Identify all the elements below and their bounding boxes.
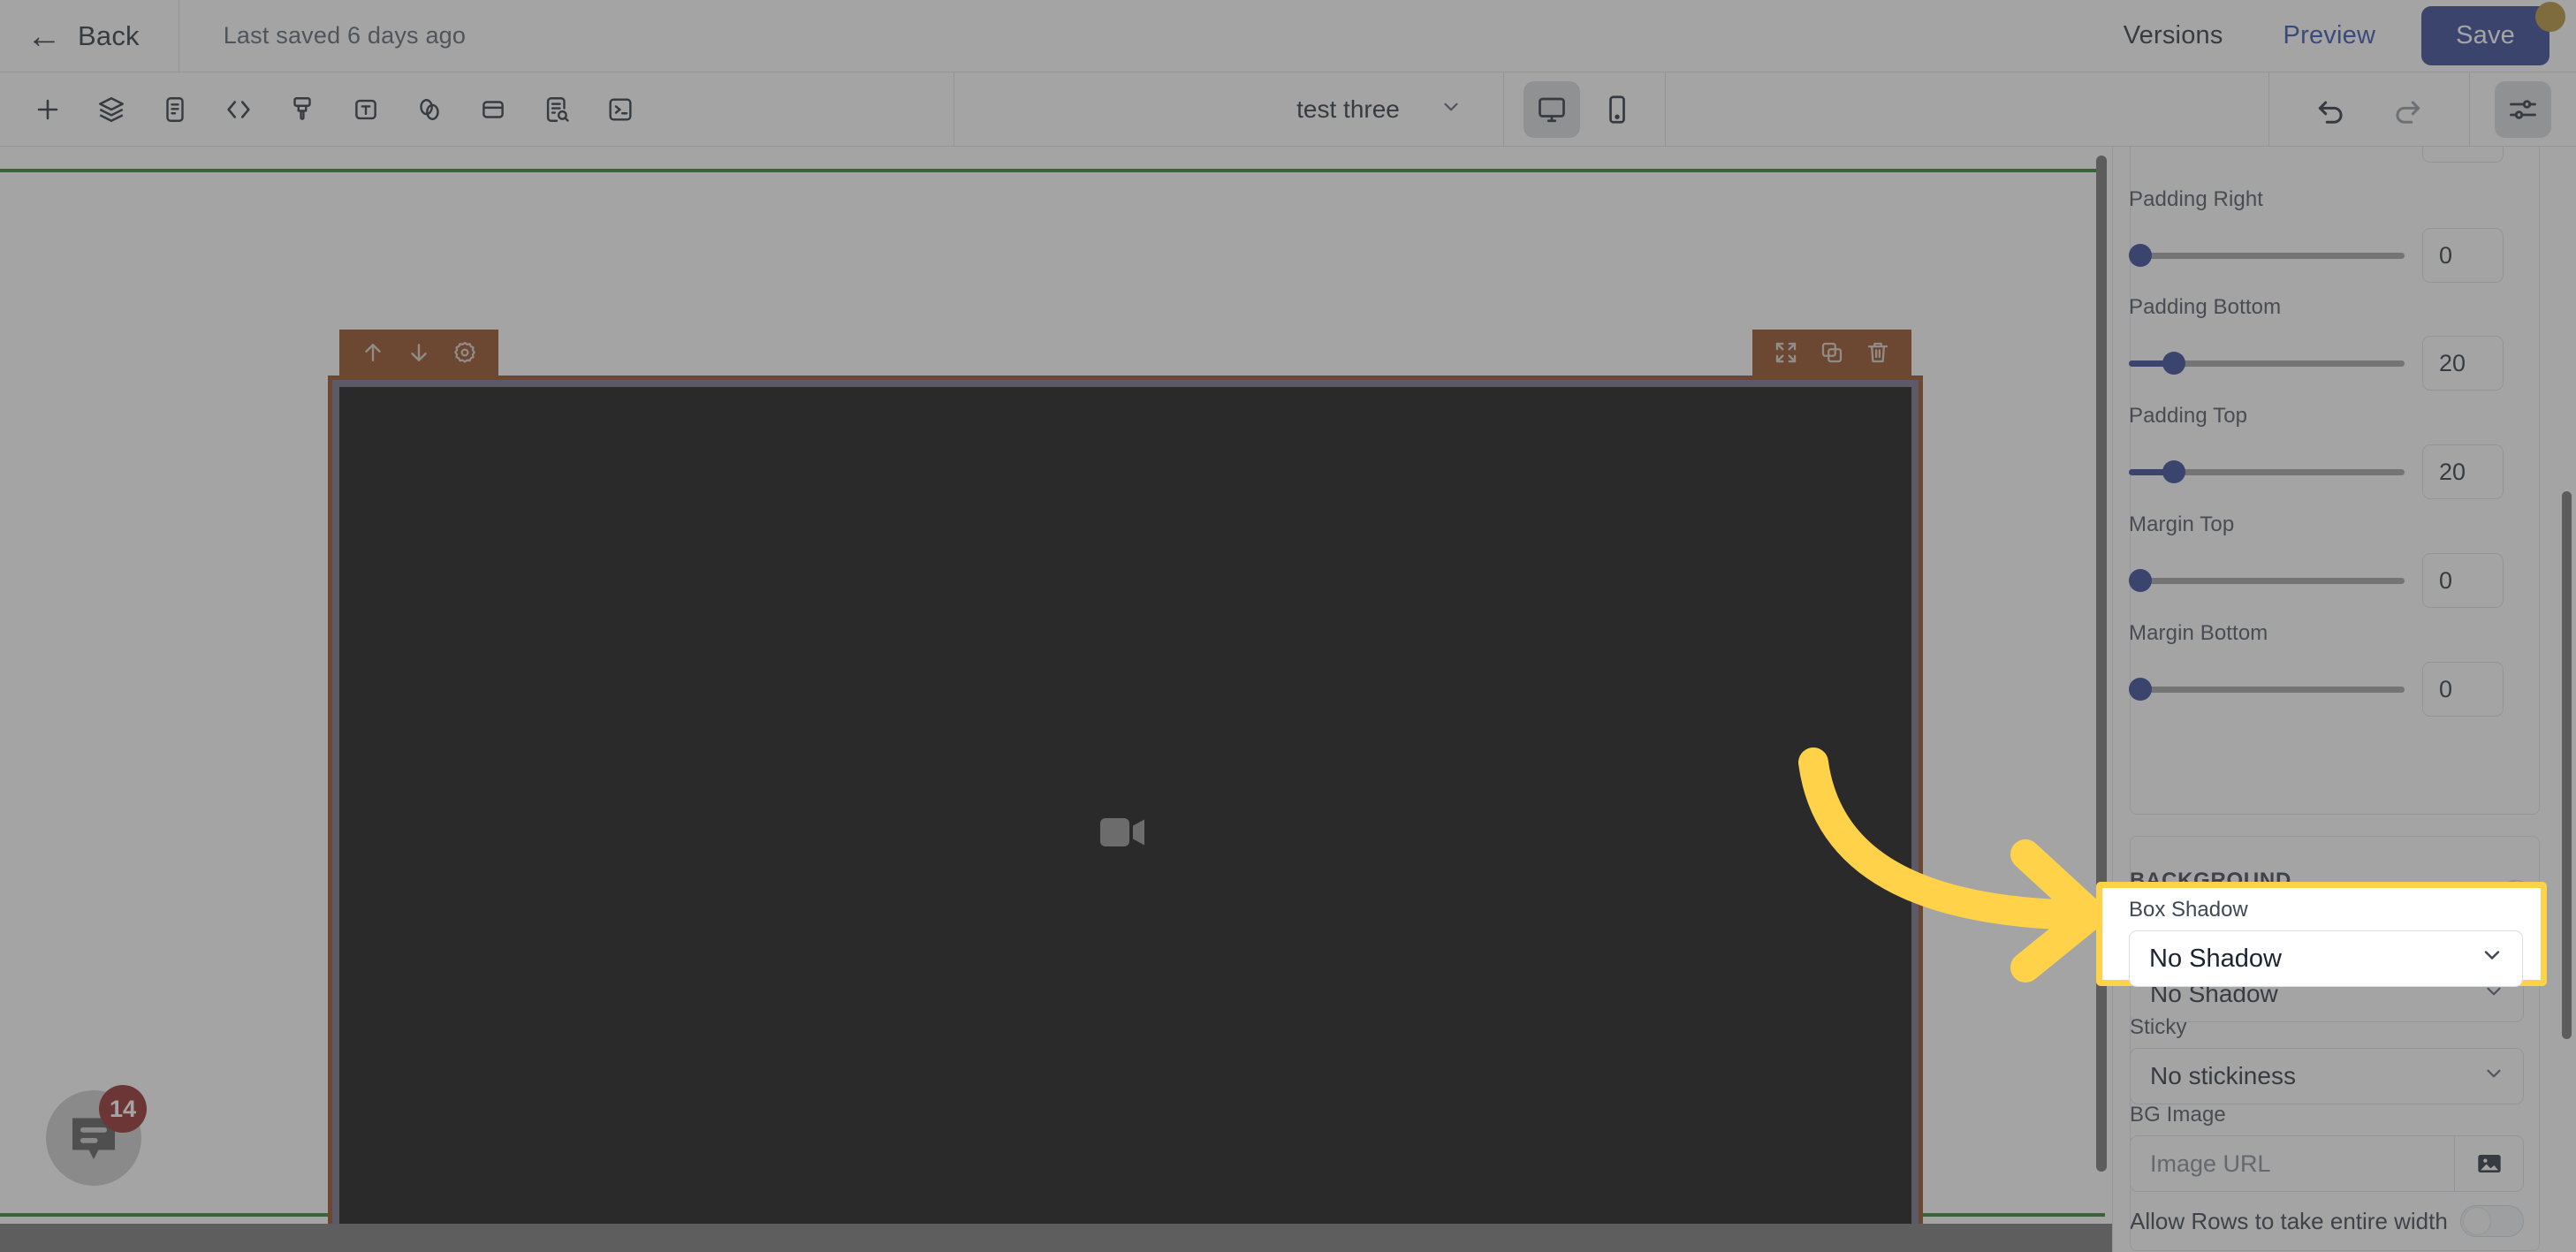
color-blend-icon[interactable] (402, 82, 457, 137)
header-actions: Versions Preview Save (2093, 0, 2576, 72)
slider-thumb[interactable] (2129, 244, 2152, 267)
desktop-view-icon[interactable] (1523, 80, 1580, 138)
padding-top-label: Padding Top (2129, 404, 2248, 428)
code-icon[interactable] (211, 82, 266, 137)
move-down-icon[interactable] (396, 330, 442, 376)
control-padding-left: 0 (2113, 147, 2523, 163)
chevron-down-icon (2480, 943, 2504, 975)
box-shadow-label-highlighted: Box Shadow (2129, 898, 2248, 922)
padding-bottom-label: Padding Bottom (2129, 295, 2282, 319)
margin-top-label: Margin Top (2129, 512, 2235, 536)
chevron-down-icon (1440, 95, 1463, 123)
slider-thumb[interactable] (2129, 678, 2152, 701)
toolbar-center: test three (1256, 72, 1666, 147)
control-padding-right: Padding Right 0 (2113, 187, 2523, 283)
card-icon[interactable] (466, 82, 521, 137)
control-padding-bottom: Padding Bottom 20 (2113, 295, 2523, 391)
margin-top-slider[interactable] (2129, 569, 2405, 592)
margin-top-row: 0 (2113, 553, 2523, 608)
layers-icon[interactable] (84, 82, 139, 137)
slider-thumb[interactable] (2162, 352, 2185, 375)
padding-right-row: 0 (2113, 228, 2523, 283)
padding-right-label: Padding Right (2129, 187, 2264, 211)
chat-widget[interactable]: 14 (46, 1085, 147, 1186)
undo-icon[interactable] (2304, 82, 2359, 137)
margin-bottom-row: 0 (2113, 662, 2523, 717)
text-icon[interactable] (338, 82, 393, 137)
view-mode-toggle (1504, 80, 1665, 138)
page-select-value: test three (1296, 95, 1400, 123)
move-up-icon[interactable] (350, 330, 396, 376)
block-toolbar-left (339, 330, 498, 376)
padding-top-slider[interactable] (2129, 460, 2405, 483)
toolbar-sep-3 (1664, 72, 1666, 147)
chat-unread-badge: 14 (99, 1085, 147, 1133)
sliders-icon[interactable] (2494, 80, 2551, 138)
app-root: ← Back Last saved 6 days ago Versions Pr… (0, 0, 2576, 1252)
slider-track (2129, 578, 2405, 584)
padding-right-slider[interactable] (2129, 244, 2405, 267)
page-select[interactable]: test three (1256, 72, 1503, 147)
versions-button[interactable]: Versions (2093, 21, 2253, 50)
toolbar-left-icons (0, 82, 652, 137)
expand-icon[interactable] (1763, 330, 1809, 376)
canvas-guide-top (0, 169, 2105, 172)
top-header: ← Back Last saved 6 days ago Versions Pr… (0, 0, 2576, 72)
margin-bottom-slider[interactable] (2129, 678, 2405, 701)
margin-bottom-value[interactable]: 0 (2422, 662, 2504, 717)
padding-left-row: 0 (2113, 147, 2523, 163)
padding-right-value[interactable]: 0 (2422, 228, 2504, 283)
notification-dot (2535, 2, 2565, 32)
box-shadow-highlight: Box Shadow No Shadow (2096, 882, 2547, 987)
settings-panel: 0 Padding Right 0 (2112, 147, 2576, 1252)
slider-thumb[interactable] (2162, 460, 2185, 483)
box-shadow-select-highlighted[interactable]: No Shadow (2129, 930, 2523, 987)
margin-bottom-label: Margin Bottom (2129, 621, 2268, 645)
history-controls (2269, 82, 2469, 137)
add-icon[interactable] (20, 82, 75, 137)
terminal-icon[interactable] (593, 82, 648, 137)
canvas-bottom-strip (0, 1224, 2112, 1252)
brush-icon[interactable] (275, 82, 330, 137)
workspace: VIDEO 14 (0, 147, 2576, 1252)
slider-track (2129, 687, 2405, 693)
padding-bottom-value[interactable]: 20 (2422, 336, 2504, 391)
control-margin-bottom: Margin Bottom 0 (2113, 621, 2523, 717)
duplicate-icon[interactable] (1809, 330, 1855, 376)
canvas[interactable]: VIDEO 14 (0, 147, 2112, 1252)
arrow-left-icon: ← (27, 16, 62, 56)
document-icon[interactable] (148, 82, 202, 137)
margin-top-value[interactable]: 0 (2422, 553, 2504, 608)
padding-left-value[interactable]: 0 (2422, 147, 2504, 163)
video-camera-icon (1098, 813, 1153, 852)
padding-top-value[interactable]: 20 (2422, 444, 2504, 499)
padding-bottom-row: 20 (2113, 336, 2523, 391)
settings-panel-content: 0 Padding Right 0 (2113, 147, 2564, 1252)
block-content[interactable] (339, 387, 1911, 1252)
back-label: Back (78, 19, 140, 51)
last-saved-status: Last saved 6 days ago (223, 22, 467, 49)
back-button[interactable]: ← Back (0, 0, 179, 72)
selected-block[interactable]: VIDEO (328, 330, 1923, 1252)
mobile-view-icon[interactable] (1589, 81, 1645, 138)
document-search-icon[interactable] (529, 82, 584, 137)
control-padding-top: Padding Top 20 (2113, 404, 2523, 499)
editor-toolbar: test three (0, 72, 2576, 147)
padding-bottom-slider[interactable] (2129, 352, 2405, 375)
box-shadow-value-highlighted: No Shadow (2149, 944, 2282, 973)
toolbar-sep-5 (2468, 72, 2470, 147)
padding-top-row: 20 (2113, 444, 2523, 499)
control-margin-top: Margin Top 0 (2113, 512, 2523, 608)
trash-icon[interactable] (1855, 330, 1901, 376)
slider-thumb[interactable] (2129, 569, 2152, 592)
toolbar-right (2268, 72, 2576, 147)
slider-track (2129, 253, 2405, 259)
block-toolbar-right (1752, 330, 1911, 376)
gear-icon[interactable] (442, 330, 488, 376)
preview-button[interactable]: Preview (2253, 21, 2406, 50)
save-button[interactable]: Save (2421, 6, 2549, 65)
canvas-scrollbar[interactable] (2096, 156, 2107, 1172)
redo-icon[interactable] (2380, 82, 2435, 137)
settings-panel-scrollbar[interactable] (2562, 491, 2572, 1039)
